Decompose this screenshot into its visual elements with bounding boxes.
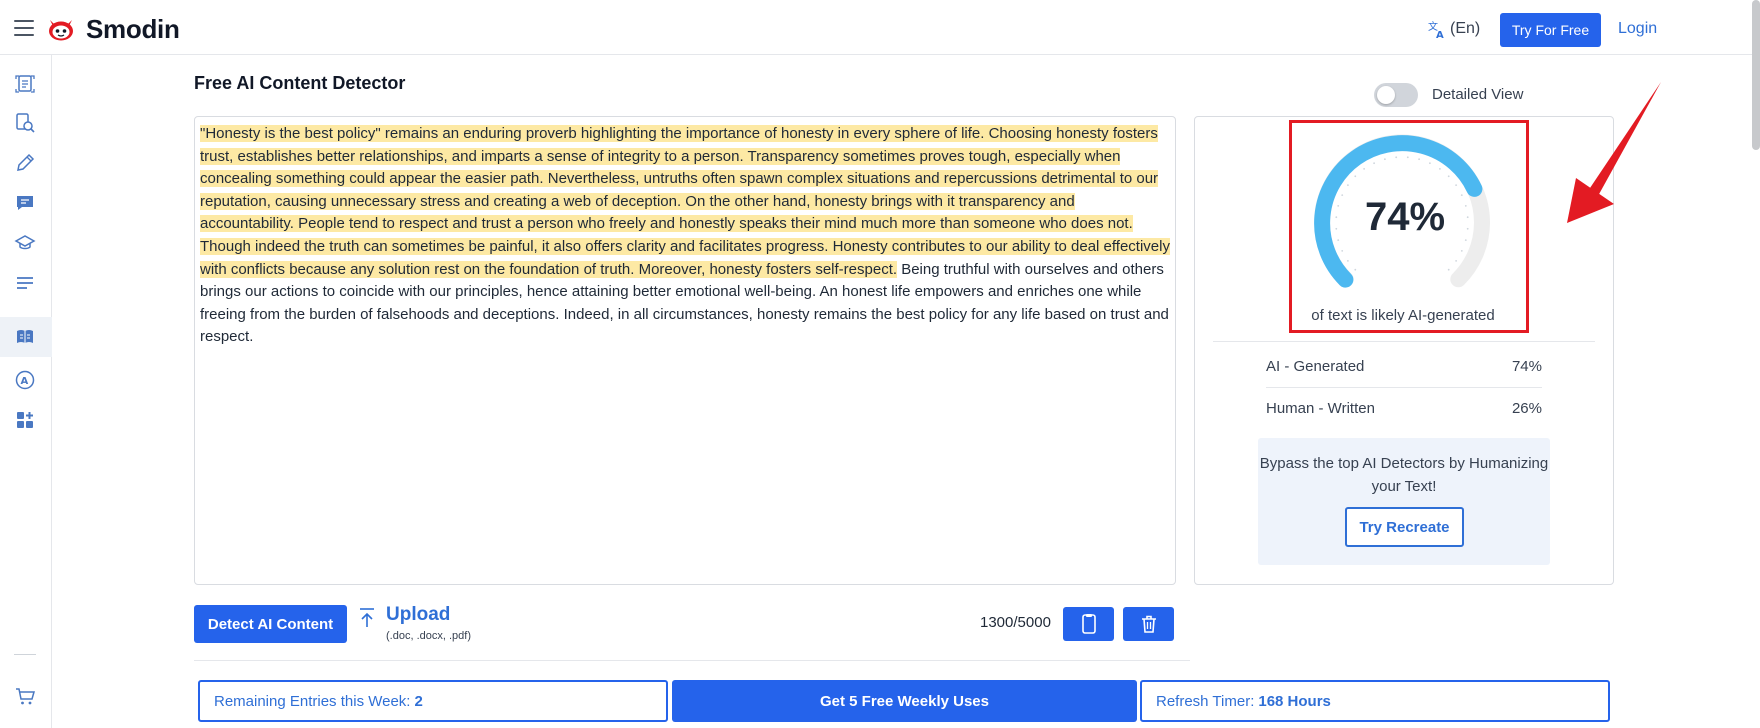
annotation-red-box <box>1289 120 1529 333</box>
sidebar: A <box>0 55 52 728</box>
refresh-timer-value: 168 Hours <box>1258 692 1331 710</box>
try-recreate-button[interactable]: Try Recreate <box>1345 507 1464 547</box>
toggle-knob <box>1377 86 1395 104</box>
svg-text:A: A <box>1436 30 1444 39</box>
sidebar-item-summarizer[interactable] <box>13 271 37 295</box>
ai-generated-label: AI - Generated <box>1266 358 1365 375</box>
text-input-area[interactable]: "Honesty is the best policy" remains an … <box>194 116 1176 585</box>
clipboard-icon <box>1081 614 1096 634</box>
top-bar: Smodin 文 A (En) Try For Free Login <box>0 0 1760 55</box>
get-free-weekly-uses-button[interactable]: Get 5 Free Weekly Uses <box>672 680 1137 722</box>
results-divider <box>1213 341 1595 342</box>
chat-icon <box>17 196 33 210</box>
pencil-icon <box>17 153 35 171</box>
refresh-timer-label: Refresh Timer: <box>1156 692 1255 710</box>
language-selector[interactable]: 文 A (En) <box>1427 19 1480 39</box>
page-title: Free AI Content Detector <box>194 73 406 93</box>
upload-formats: (.doc, .docx, .pdf) <box>386 630 471 642</box>
search-document-icon <box>16 113 35 133</box>
clear-text-button[interactable] <box>1123 607 1174 641</box>
detailed-view-toggle[interactable] <box>1374 83 1418 107</box>
try-for-free-button[interactable]: Try For Free <box>1500 13 1601 47</box>
ai-generated-value: 74% <box>1511 358 1542 375</box>
sidebar-item-ai-detector[interactable] <box>13 325 37 349</box>
ai-detector-icon <box>17 330 33 343</box>
brand-name[interactable]: Smodin <box>86 14 180 45</box>
promo-text: Bypass the top AI Detectors by Humanizin… <box>1259 455 1549 495</box>
svg-text:A: A <box>21 376 29 387</box>
sidebar-item-apps[interactable] <box>13 408 37 432</box>
text-lines-icon <box>17 277 33 289</box>
sidebar-item-document-scan[interactable] <box>13 72 37 96</box>
app-window: Smodin 文 A (En) Try For Free Login A Fre… <box>0 0 1760 728</box>
remaining-entries-box: Remaining Entries this Week: 2 <box>198 680 668 722</box>
results-row-divider <box>1266 387 1542 388</box>
paste-button[interactable] <box>1063 607 1114 641</box>
sidebar-item-education[interactable] <box>13 231 37 255</box>
sidebar-item-cart[interactable] <box>13 684 37 708</box>
remaining-entries-value: 2 <box>414 692 423 710</box>
language-label: (En) <box>1450 20 1481 37</box>
ai-highlighted-text: "Honesty is the best policy" remains an … <box>200 125 1170 278</box>
sidebar-divider <box>14 654 36 655</box>
remaining-entries-label: Remaining Entries this Week: <box>214 692 411 710</box>
hamburger-menu-icon[interactable] <box>14 20 34 36</box>
document-scan-icon <box>15 75 35 93</box>
page-scrollbar[interactable] <box>1752 0 1760 150</box>
smodin-logo-icon[interactable] <box>47 17 75 41</box>
human-written-value: 26% <box>1511 400 1542 417</box>
translate-icon: 文 A <box>1428 20 1444 39</box>
upload-button[interactable]: Upload <box>386 604 450 626</box>
graduation-cap-icon <box>14 235 36 250</box>
translate-circle-icon: A <box>15 370 35 390</box>
upload-icon[interactable] <box>358 607 376 629</box>
trash-icon <box>1141 615 1156 633</box>
detailed-view-label: Detailed View <box>1432 86 1524 103</box>
sidebar-item-writer[interactable] <box>13 151 37 175</box>
sidebar-item-chat[interactable] <box>13 191 37 215</box>
cart-icon <box>16 688 35 705</box>
login-link[interactable]: Login <box>1618 20 1657 38</box>
detect-ai-content-button[interactable]: Detect AI Content <box>194 605 347 643</box>
toolbar-divider <box>194 660 1190 661</box>
annotation-arrow <box>1567 82 1661 223</box>
sidebar-item-plagiarism[interactable] <box>13 111 37 135</box>
refresh-timer-box: Refresh Timer: 168 Hours <box>1140 680 1610 722</box>
character-counter: 1300/5000 <box>980 614 1051 631</box>
sidebar-item-translator[interactable]: A <box>13 368 37 392</box>
human-written-label: Human - Written <box>1266 400 1375 417</box>
apps-icon <box>17 412 33 428</box>
